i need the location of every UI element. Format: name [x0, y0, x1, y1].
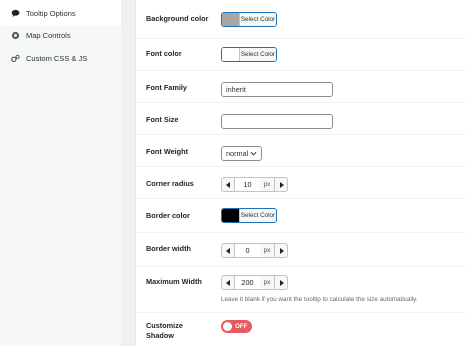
maximum-width-hint: Leave it blank if you want the tooltip t… [221, 296, 418, 303]
row-font-family: Font Family inherit [136, 70, 474, 103]
row-background-color: Background color Select Color [136, 0, 474, 39]
sidebar-item-label: Map Controls [26, 30, 71, 40]
toggle-knob [223, 322, 232, 331]
map-marker-icon [11, 31, 20, 40]
font-weight-value: normal [226, 149, 249, 158]
select-color-button-label: Select Color [239, 209, 276, 222]
border-color-picker[interactable]: Select Color [221, 208, 277, 223]
color-swatch [222, 209, 239, 222]
decrement-button[interactable] [221, 243, 235, 258]
font-weight-select[interactable]: normal [221, 146, 262, 161]
border-width-stepper: 0 px [221, 243, 288, 258]
increment-button[interactable] [274, 177, 288, 192]
toggle-state-label: OFF [235, 323, 248, 330]
row-font-color: Font color Select Color [136, 38, 474, 71]
font-size-input[interactable] [221, 114, 333, 129]
customize-shadow-label: Customize Shadow [146, 321, 183, 340]
unit-label: px [260, 275, 274, 290]
unit-label: px [260, 243, 274, 258]
border-width-label: Border width [146, 244, 191, 253]
decrement-button[interactable] [221, 275, 235, 290]
chevron-down-icon [250, 150, 257, 159]
font-family-input[interactable]: inherit [221, 82, 333, 97]
gutter [121, 0, 135, 346]
maximum-width-input[interactable]: 200 [235, 275, 260, 290]
decrement-button[interactable] [221, 177, 235, 192]
border-color-label: Border color [146, 211, 190, 220]
row-font-size: Font Size [136, 102, 474, 135]
font-weight-label: Font Weight [146, 147, 189, 156]
corner-radius-label: Corner radius [146, 179, 194, 188]
font-color-picker[interactable]: Select Color [221, 47, 277, 62]
font-family-label: Font Family [146, 83, 187, 92]
row-customize-shadow: Customize Shadow OFF [136, 312, 474, 346]
maximum-width-label: Maximum Width [146, 277, 202, 286]
select-color-button-label: Select Color [239, 13, 276, 26]
select-color-button-label: Select Color [239, 48, 276, 61]
maximum-width-stepper: 200 px [221, 275, 288, 290]
settings-panel: Background color Select Color Font color… [135, 0, 474, 346]
caret-left-icon [225, 279, 230, 286]
row-font-weight: Font Weight normal [136, 134, 474, 167]
font-size-label: Font Size [146, 115, 179, 124]
row-corner-radius: Corner radius 10 px [136, 166, 474, 199]
settings-page: Tooltip Options Map Controls Custom CSS … [0, 0, 474, 346]
corner-radius-input[interactable]: 10 [235, 177, 260, 192]
scrollbar-track[interactable] [465, 0, 474, 346]
sidebar-item-label: Tooltip Options [26, 8, 76, 18]
caret-right-icon [279, 279, 284, 286]
customize-shadow-toggle[interactable]: OFF [221, 320, 252, 333]
color-swatch [222, 13, 239, 26]
caret-left-icon [225, 247, 230, 254]
increment-button[interactable] [274, 275, 288, 290]
border-width-input[interactable]: 0 [235, 243, 260, 258]
color-swatch [222, 48, 239, 61]
speech-bubble-icon [11, 9, 20, 18]
row-border-width: Border width 0 px [136, 232, 474, 267]
font-color-label: Font color [146, 49, 182, 58]
sidebar-item-label: Custom CSS & JS [26, 53, 88, 63]
caret-right-icon [279, 181, 284, 188]
increment-button[interactable] [274, 243, 288, 258]
caret-right-icon [279, 247, 284, 254]
row-border-color: Border color Select Color [136, 198, 474, 233]
row-maximum-width: Maximum Width 200 px Leave it blank if y… [136, 266, 474, 313]
background-color-picker[interactable]: Select Color [221, 12, 277, 27]
sidebar: Tooltip Options Map Controls Custom CSS … [0, 0, 122, 346]
unit-label: px [260, 177, 274, 192]
caret-left-icon [225, 181, 230, 188]
corner-radius-stepper: 10 px [221, 177, 288, 192]
gears-icon [11, 54, 20, 63]
sidebar-item-custom-css-js[interactable]: Custom CSS & JS [0, 45, 121, 71]
background-color-label: Background color [146, 14, 209, 23]
